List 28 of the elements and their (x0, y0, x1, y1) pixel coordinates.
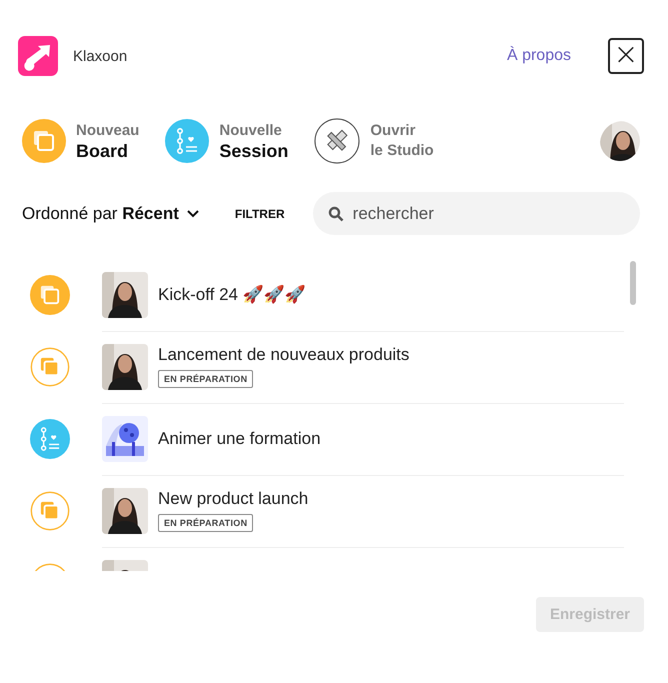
list-item[interactable]: Animer une formation (0, 403, 668, 475)
filter-button[interactable]: FILTRER (228, 206, 291, 222)
list-item[interactable]: Kick-off 24 🚀🚀🚀 (0, 259, 668, 331)
about-link[interactable]: À propos (506, 47, 571, 65)
create-button[interactable]: Nouveau Board (22, 119, 140, 163)
search-field[interactable]: rechercher (312, 192, 640, 235)
scrollbar[interactable] (630, 261, 636, 305)
chevron-down-icon (186, 210, 199, 218)
create-button[interactable]: Nouvelle Session (165, 119, 288, 163)
session-icon (30, 419, 70, 459)
status-tag: EN PRÉPARATION (158, 370, 254, 388)
item-title: Kick-off 24 🚀🚀🚀 (158, 284, 306, 305)
status-tag: EN PRÉPARATION (158, 514, 254, 532)
search-icon (328, 206, 344, 222)
logo-icon (18, 36, 58, 76)
close-button[interactable]: × (608, 38, 644, 74)
app-name: Klaxoon (73, 48, 128, 64)
list-item[interactable]: New product launch EN PRÉPARATION (0, 475, 668, 547)
pencil-ruler-icon (314, 118, 360, 164)
list-item[interactable]: Lancement de nouveaux produits EN PRÉPARATION (0, 331, 668, 403)
board-icon (22, 119, 66, 163)
session-icon (165, 119, 210, 163)
avatar (600, 121, 640, 161)
item-title: Lancement de nouveaux produits (158, 345, 410, 365)
sort-dropdown[interactable]: Ordonné par Récent (22, 204, 199, 224)
item-title: New product launch (158, 489, 308, 509)
item-title: Animer une formation (158, 428, 321, 448)
create-button[interactable]: Ouvrir le Studio (314, 118, 434, 164)
